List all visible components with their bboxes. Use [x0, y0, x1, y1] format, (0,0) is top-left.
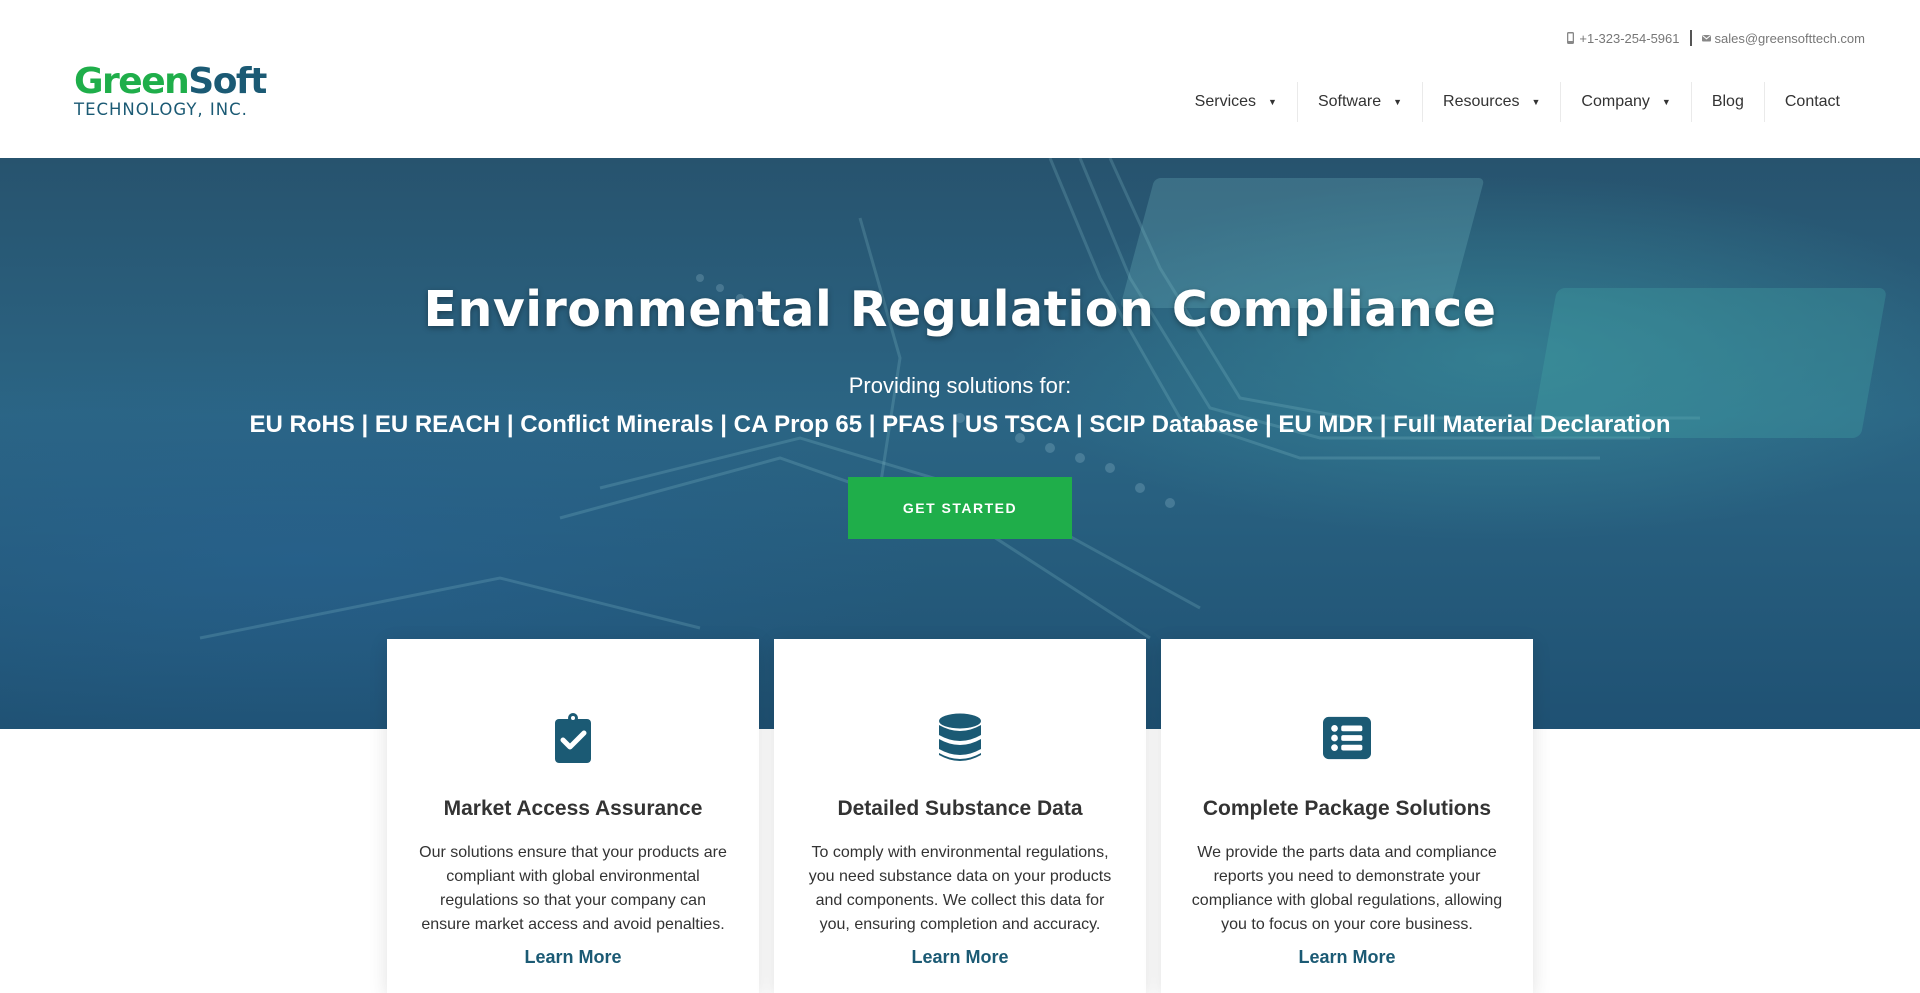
card-body: We provide the parts data and compliance…	[1191, 841, 1503, 969]
database-icon	[939, 713, 981, 761]
caret-down-icon: ▼	[1393, 97, 1403, 107]
company-logo[interactable]: GreenSoft TECHNOLOGY, INC.	[74, 61, 267, 120]
nav-label: Software	[1317, 93, 1382, 110]
card-icon-wrap	[387, 713, 759, 763]
logo-wordmark: GreenSoft	[74, 61, 267, 102]
caret-down-icon: ▼	[1531, 97, 1541, 107]
envelope-icon	[1701, 35, 1711, 42]
get-started-button[interactable]: GET STARTED	[848, 477, 1072, 539]
phone-icon	[1567, 32, 1575, 44]
hero-subtitle: Providing solutions for:	[848, 373, 1072, 398]
card-description: Our solutions ensure that your products …	[419, 844, 727, 933]
card-title: Detailed Substance Data	[837, 797, 1083, 820]
main-nav: Services ▼ Software ▼ Resources ▼ Company ▼ …	[1175, 82, 1860, 122]
card-body: To comply with environmental regulations…	[804, 841, 1116, 969]
card-icon-wrap	[1161, 713, 1533, 763]
logo-word-green: Green	[74, 61, 190, 102]
nav-item-software[interactable]: Software ▼	[1296, 82, 1422, 122]
nav-item-services[interactable]: Services ▼	[1175, 82, 1297, 122]
nav-label: Services	[1194, 93, 1257, 110]
nav-item-company[interactable]: Company ▼	[1560, 82, 1690, 122]
caret-down-icon: ▼	[1661, 97, 1671, 107]
card-title: Complete Package Solutions	[1202, 797, 1492, 820]
feature-card-package-solutions: Complete Package Solutions We provide th…	[1161, 639, 1533, 993]
clipboard-check-icon	[555, 713, 591, 763]
contact-topbar: +1-323-254-5961 sales@greensofttech.com	[1566, 30, 1865, 46]
card-icon-wrap	[774, 713, 1146, 763]
nav-item-resources[interactable]: Resources ▼	[1422, 82, 1560, 122]
email-contact[interactable]: sales@greensofttech.com	[1701, 30, 1866, 46]
learn-more-link[interactable]: Learn More	[804, 945, 1116, 969]
phone-contact[interactable]: +1-323-254-5961	[1566, 30, 1680, 46]
hero-title: Environmental Regulation Compliance	[423, 281, 1497, 338]
site-header: GreenSoft TECHNOLOGY, INC. +1-323-254-59…	[0, 0, 1920, 158]
feature-card-market-access: Market Access Assurance Our solutions en…	[387, 639, 759, 993]
caret-down-icon: ▼	[1268, 97, 1277, 107]
card-description: To comply with environmental regulations…	[808, 844, 1112, 933]
regulation-list: EU RoHS | EU REACH | Conflict Minerals |…	[249, 411, 1671, 438]
email-address: sales@greensofttech.com	[1714, 30, 1866, 46]
card-body: Our solutions ensure that your products …	[417, 841, 729, 969]
nav-label: Company	[1581, 93, 1650, 110]
logo-word-blue: Soft	[188, 61, 267, 102]
learn-more-link[interactable]: Learn More	[1191, 945, 1503, 969]
learn-more-link[interactable]: Learn More	[417, 945, 729, 969]
nav-label: Blog	[1711, 93, 1744, 110]
nav-label: Resources	[1443, 93, 1520, 110]
card-title: Market Access Assurance	[443, 797, 703, 820]
logo-subtitle: TECHNOLOGY, INC.	[74, 100, 248, 119]
nav-item-contact[interactable]: Contact	[1763, 82, 1860, 122]
nav-label: Contact	[1784, 93, 1840, 110]
phone-number: +1-323-254-5961	[1579, 30, 1680, 46]
feature-card-substance-data: Detailed Substance Data To comply with e…	[774, 639, 1146, 993]
topbar-divider	[1689, 30, 1692, 46]
nav-item-blog[interactable]: Blog	[1690, 82, 1764, 122]
list-alt-icon	[1323, 716, 1371, 760]
card-description: We provide the parts data and compliance…	[1191, 844, 1503, 933]
